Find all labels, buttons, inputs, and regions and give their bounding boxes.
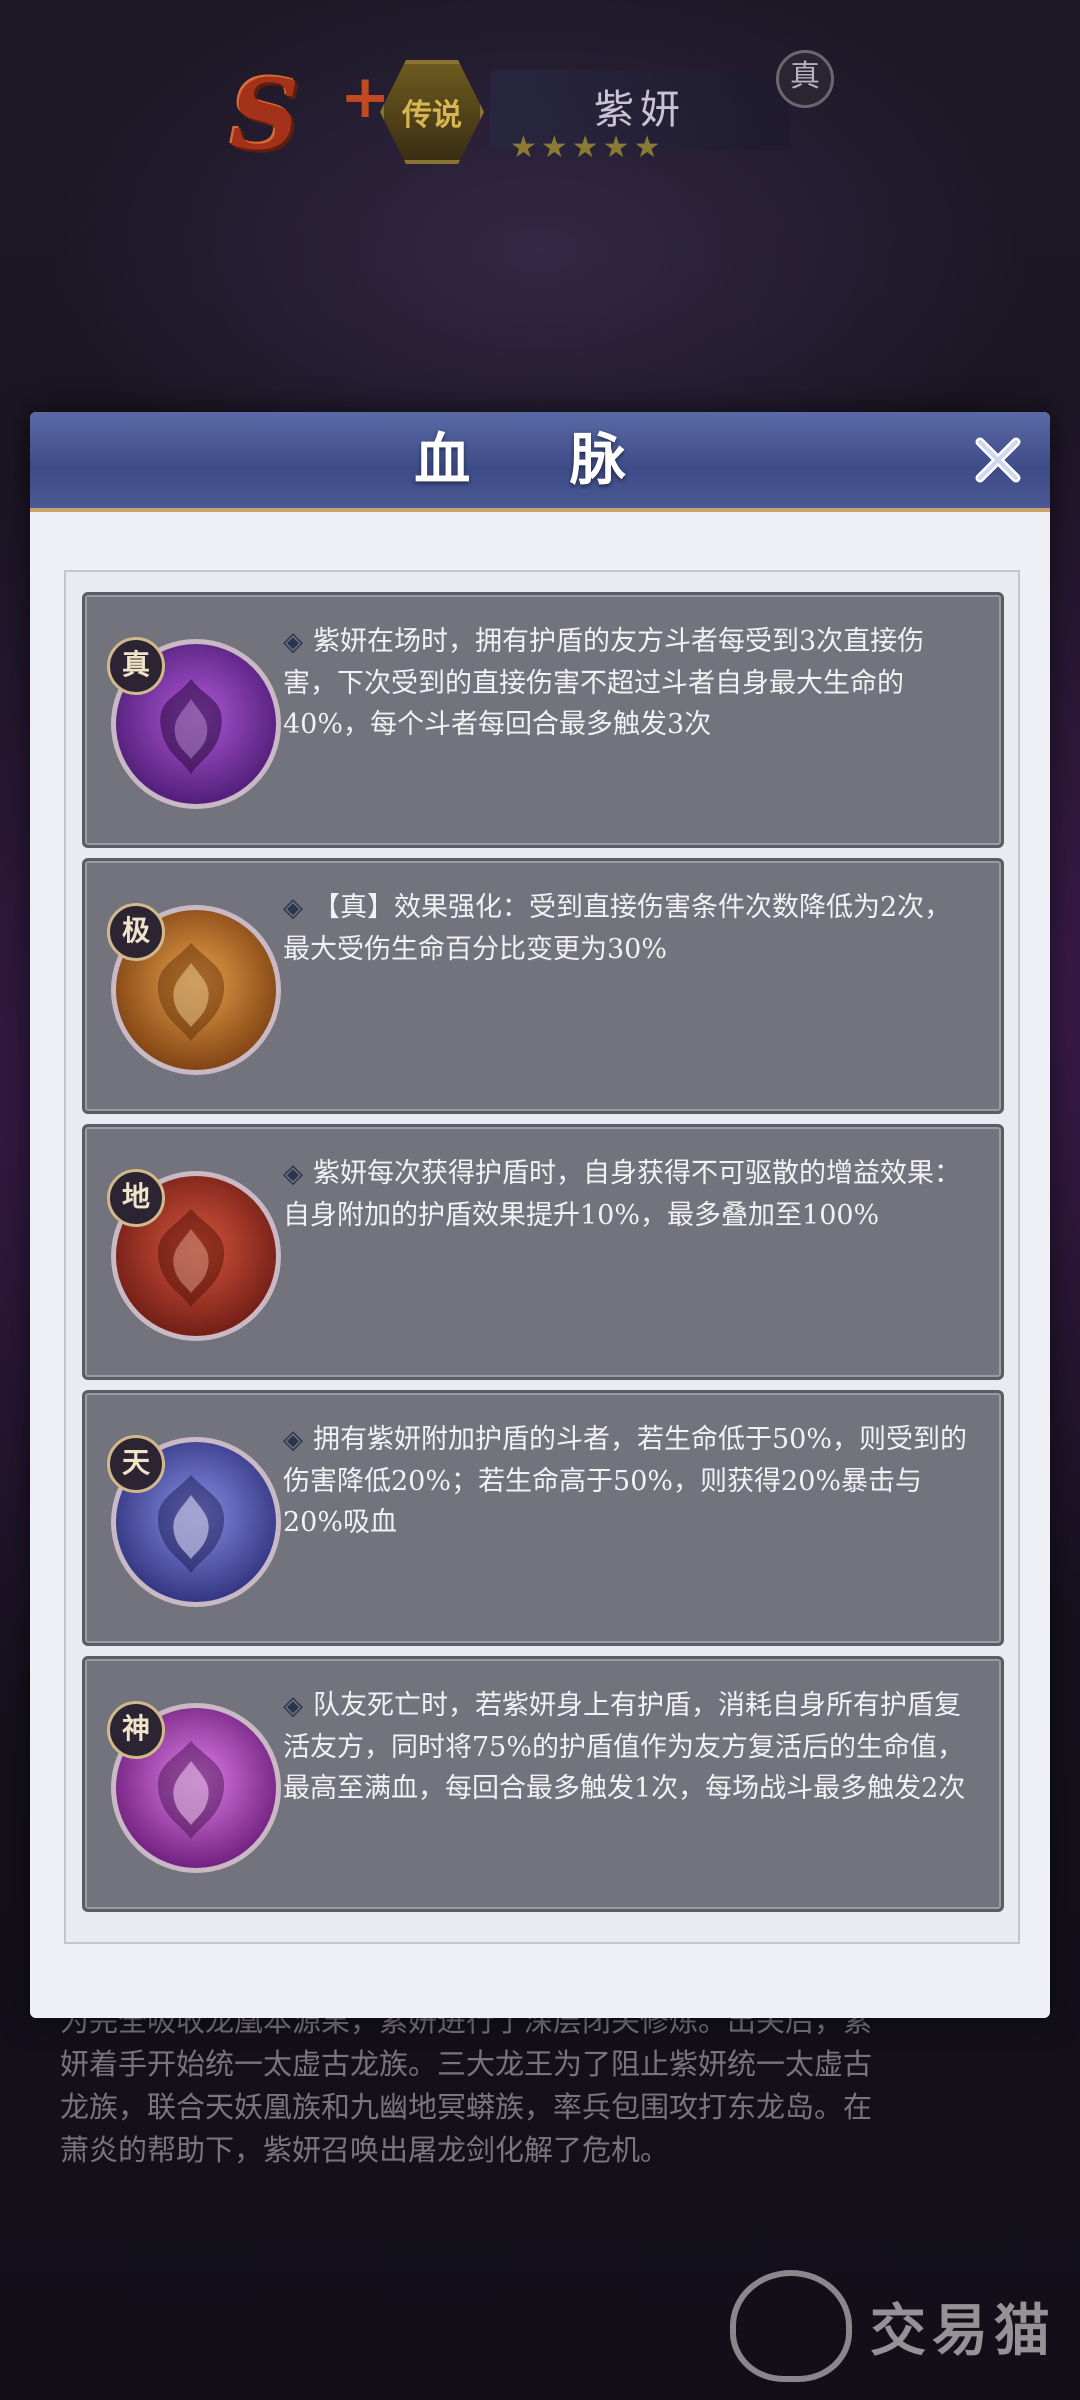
rank-plus: + — [340, 62, 391, 132]
dialog-header: 血 脉 — [30, 412, 1050, 512]
diamond-bullet-icon: ◈ — [283, 1425, 303, 1455]
bloodline-dialog: 血 脉 真 ◈ 紫妍在场时，拥有护盾的友方斗者每受到3次直接伤害，下次受到的直接伤… — [30, 412, 1050, 2018]
background-story: 为完全吸收龙凰本源果，紫妍进行了深层闭关修炼。出关后，紫 妍着手开始统一太虚古龙… — [60, 2000, 1020, 2172]
diamond-bullet-icon: ◈ — [283, 1159, 303, 1189]
bloodline-card-ji: 极 ◈ 【真】效果强化：受到直接伤害条件次数降低为2次，最大受伤生命百分比变更为3… — [82, 858, 1004, 1114]
diamond-bullet-icon: ◈ — [283, 893, 303, 923]
cat-logo-icon — [730, 2270, 852, 2382]
bloodline-description: ◈ 队友死亡时，若紫妍身上有护盾，消耗自身所有护盾复活友方，同时将75%的护盾值作… — [283, 1690, 966, 1804]
bloodline-card-zhen: 真 ◈ 紫妍在场时，拥有护盾的友方斗者每受到3次直接伤害，下次受到的直接伤害不超过… — [82, 592, 1004, 848]
close-button[interactable] — [966, 428, 1030, 492]
bloodline-emblem: 地 — [107, 1169, 281, 1341]
tier-tag: 神 — [107, 1701, 165, 1759]
bloodline-emblem: 极 — [107, 903, 281, 1075]
bloodline-description: ◈ 【真】效果强化：受到直接伤害条件次数降低为2次，最大受伤生命百分比变更为30% — [283, 892, 952, 965]
tier-tag: 真 — [107, 637, 165, 695]
watermark: 交易猫 — [730, 2270, 1056, 2382]
tier-tag: 地 — [107, 1169, 165, 1227]
bloodline-card-shen: 神 ◈ 队友死亡时，若紫妍身上有护盾，消耗自身所有护盾复活友方，同时将75%的护盾… — [82, 1656, 1004, 1912]
bloodline-description: ◈ 紫妍每次获得护盾时，自身获得不可驱散的增益效果：自身附加的护盾效果提升10%，… — [283, 1158, 961, 1231]
diamond-bullet-icon: ◈ — [283, 627, 303, 657]
tier-tag: 极 — [107, 903, 165, 961]
bloodline-emblem: 神 — [107, 1701, 281, 1873]
true-badge: 真 — [776, 50, 834, 108]
bloodline-emblem: 真 — [107, 637, 281, 809]
bloodline-description: ◈ 紫妍在场时，拥有护盾的友方斗者每受到3次直接伤害，下次受到的直接伤害不超过斗者… — [283, 626, 925, 740]
bloodline-list: 真 ◈ 紫妍在场时，拥有护盾的友方斗者每受到3次直接伤害，下次受到的直接伤害不超过… — [64, 570, 1020, 1944]
watermark-text: 交易猫 — [870, 2298, 1056, 2364]
close-icon — [975, 437, 1021, 483]
bloodline-card-tian: 天 ◈ 拥有紫妍附加护盾的斗者，若生命低于50%，则受到的伤害降低20%；若生命高… — [82, 1390, 1004, 1646]
star-rating: ★★★★★ — [510, 130, 665, 165]
bloodline-emblem: 天 — [107, 1435, 281, 1607]
dialog-title: 血 脉 — [414, 427, 666, 493]
bloodline-card-di: 地 ◈ 紫妍每次获得护盾时，自身获得不可驱散的增益效果：自身附加的护盾效果提升10… — [82, 1124, 1004, 1380]
story-line: 妍着手开始统一太虚古龙族。三大龙王为了阻止紫妍统一太虚古 — [60, 2047, 873, 2081]
rarity-badge: 传说 — [380, 60, 484, 164]
story-line: 萧炎的帮助下，紫妍召唤出屠龙剑化解了危机。 — [60, 2133, 670, 2167]
tier-tag: 天 — [107, 1435, 165, 1493]
hero-header: S + 传说 紫妍 真 ★★★★★ — [230, 40, 850, 180]
story-line: 龙族，联合天妖凰族和九幽地冥蟒族，率兵包围攻打东龙岛。在 — [60, 2090, 873, 2124]
bloodline-description: ◈ 拥有紫妍附加护盾的斗者，若生命低于50%，则受到的伤害降低20%；若生命高于5… — [283, 1424, 968, 1538]
diamond-bullet-icon: ◈ — [283, 1691, 303, 1721]
